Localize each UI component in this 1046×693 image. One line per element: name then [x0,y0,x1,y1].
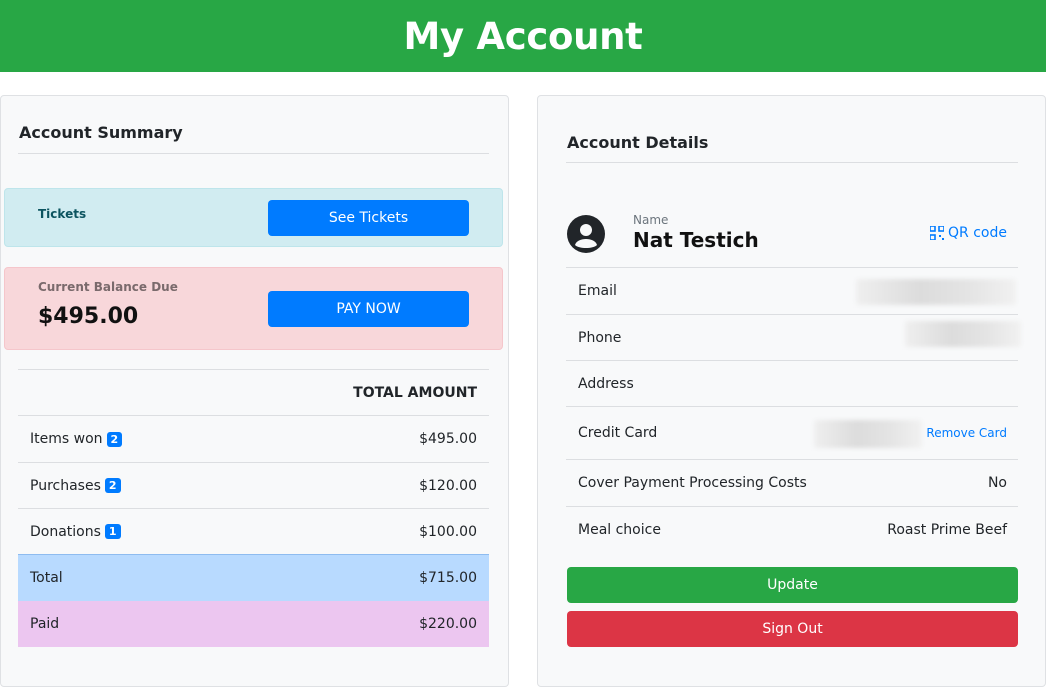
sign-out-button[interactable]: Sign Out [567,611,1018,647]
pay-now-button[interactable]: PAY NOW [268,291,469,327]
email-label: Email [578,283,617,299]
paid-amount: $220.00 [419,616,477,632]
update-button[interactable]: Update [567,567,1018,603]
meal-choice-label: Meal choice [578,522,661,538]
remove-card-link[interactable]: Remove Card [926,426,1007,440]
items-won-label: Items won [30,431,103,447]
cover-costs-row: Cover Payment Processing Costs No [566,459,1018,506]
name-label: Name [633,213,669,227]
account-summary-title: Account Summary [19,123,183,142]
see-tickets-button[interactable]: See Tickets [268,200,469,236]
qr-code-link[interactable]: QR code [929,225,1007,241]
donations-label: Donations [30,523,101,540]
paid-label: Paid [30,616,60,632]
phone-label: Phone [578,329,622,346]
total-row: Total $715.00 [18,554,489,601]
user-circle-icon [567,215,605,253]
items-won-amount: $495.00 [419,431,477,447]
email-value-redacted [856,279,1016,305]
tickets-label: Tickets [38,207,87,221]
donations-amount: $100.00 [419,523,477,540]
user-name: Nat Testich [633,228,759,252]
address-row: Address [566,360,1018,406]
divider [18,153,489,154]
cover-costs-label: Cover Payment Processing Costs [578,475,807,491]
credit-card-row: Credit Card Remove Card [566,406,1018,459]
total-amount: $715.00 [419,570,477,586]
purchases-badge: 2 [104,478,121,493]
address-label: Address [578,375,634,392]
purchases-amount: $120.00 [419,477,477,494]
table-header-row: TOTAL AMOUNT [18,369,489,415]
meal-choice-row: Meal choice Roast Prime Beef [566,506,1018,553]
qr-code-label: QR code [948,225,1007,241]
meal-choice-value: Roast Prime Beef [887,522,1007,538]
cover-costs-value: No [987,475,1007,491]
balance-label: Current Balance Due [38,280,178,294]
account-details-title: Account Details [567,133,709,152]
items-won-badge: 2 [106,431,123,447]
total-label: Total [30,570,63,586]
divider [566,162,1018,163]
total-amount-header: TOTAL AMOUNT [353,384,477,401]
purchases-label: Purchases [30,477,101,494]
balance-amount: $495.00 [38,304,139,329]
credit-card-label: Credit Card [578,425,658,441]
qr-code-icon [929,225,945,241]
card-value-redacted [814,420,922,448]
table-row: Purchases 2 $120.00 [18,462,489,508]
page-title: My Account [403,14,643,58]
paid-row: Paid $220.00 [18,601,489,647]
donations-badge: 1 [104,524,121,539]
table-row: Donations 1 $100.00 [18,508,489,554]
page-header: My Account [0,0,1046,72]
phone-value-redacted [905,321,1021,347]
table-row: Items won 2 $495.00 [18,415,489,462]
